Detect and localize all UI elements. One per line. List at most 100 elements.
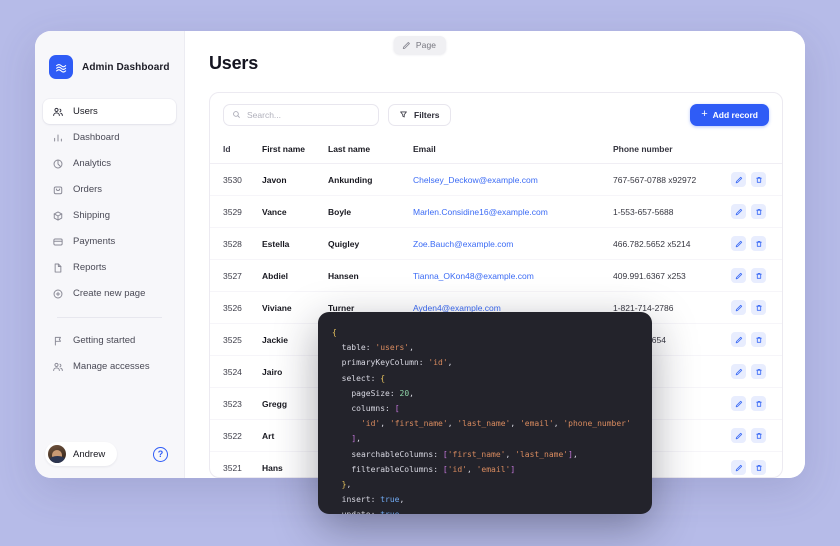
edit-row-button[interactable] — [731, 332, 746, 347]
column-header-last-name[interactable]: Last name — [328, 137, 413, 164]
column-header-actions — [731, 137, 782, 164]
edit-row-button[interactable] — [731, 204, 746, 219]
cell-last-name: Ankunding — [328, 174, 373, 185]
column-header-first-name[interactable]: First name — [262, 137, 328, 164]
cell-actions — [731, 292, 782, 324]
users-icon — [51, 360, 64, 373]
search-input[interactable] — [247, 110, 370, 120]
cell-email[interactable]: Marlen.Considine16@example.com — [413, 196, 613, 228]
sidebar: Admin Dashboard Users Dashboard Analytic… — [35, 31, 185, 478]
row-actions — [731, 460, 779, 475]
delete-row-button[interactable] — [751, 236, 766, 251]
row-actions — [731, 268, 779, 283]
sidebar-item-analytics[interactable]: Analytics — [43, 151, 176, 176]
sidebar-item-label: Shipping — [73, 210, 110, 221]
delete-row-button[interactable] — [751, 428, 766, 443]
user-chip[interactable]: Andrew — [45, 442, 118, 466]
filters-button[interactable]: Filters — [388, 104, 451, 126]
sidebar-item-label: Orders — [73, 184, 103, 195]
plus-circle-icon — [51, 287, 64, 300]
bag-icon — [51, 183, 64, 196]
sidebar-item-manage-accesses[interactable]: Manage accesses — [43, 354, 176, 379]
delete-row-button[interactable] — [751, 364, 766, 379]
edit-row-button[interactable] — [731, 300, 746, 315]
column-header-phone-number[interactable]: Phone number — [613, 137, 731, 164]
delete-row-button[interactable] — [751, 268, 766, 283]
sidebar-item-orders[interactable]: Orders — [43, 177, 176, 202]
help-button[interactable]: ? — [153, 446, 168, 462]
users-icon — [51, 105, 64, 118]
search-input-wrapper[interactable] — [223, 104, 379, 126]
cell-id: 3523 — [223, 398, 242, 409]
sidebar-item-dashboard[interactable]: Dashboard — [43, 125, 176, 150]
table-header-row: Id First name Last name Email Phone numb… — [210, 137, 782, 164]
page-badge[interactable]: Page — [393, 36, 447, 54]
sidebar-item-payments[interactable]: Payments — [43, 229, 176, 254]
cell-actions — [731, 228, 782, 260]
table-toolbar: Filters + Add record — [210, 93, 782, 137]
edit-row-button[interactable] — [731, 268, 746, 283]
sidebar-item-reports[interactable]: Reports — [43, 255, 176, 280]
avatar — [48, 445, 66, 463]
edit-row-button[interactable] — [731, 364, 746, 379]
code-overlay-panel[interactable]: { table: 'users', primaryKeyColumn: 'id'… — [318, 312, 652, 514]
cell-phone-number: 466.782.5652 x5214 — [613, 238, 691, 249]
edit-row-button[interactable] — [731, 236, 746, 251]
sidebar-item-create-new-page[interactable]: Create new page — [43, 281, 176, 306]
cell-id: 3521 — [223, 462, 242, 473]
row-actions — [731, 332, 779, 347]
delete-row-button[interactable] — [751, 172, 766, 187]
cell-id: 3527 — [223, 270, 242, 281]
waves-logo-icon — [49, 55, 73, 79]
cell-phone-number: 767-567-0788 x92972 — [613, 174, 697, 185]
column-header-id[interactable]: Id — [210, 137, 262, 164]
page-title: Users — [209, 53, 259, 73]
sidebar-item-label: Analytics — [73, 158, 112, 169]
cell-email[interactable]: Zoe.Bauch@example.com — [413, 228, 613, 260]
table-row[interactable]: 3527 Abdiel Hansen Tianna_OKon48@example.co… — [210, 260, 782, 292]
delete-row-button[interactable] — [751, 396, 766, 411]
card-icon — [51, 235, 64, 248]
row-actions — [731, 364, 779, 379]
delete-row-button[interactable] — [751, 204, 766, 219]
edit-row-button[interactable] — [731, 460, 746, 475]
table-row[interactable]: 3530 Javon Ankunding Chelsey_Deckow@example… — [210, 164, 782, 196]
cell-phone-number: 1-553-657-5688 — [613, 206, 674, 217]
table-row[interactable]: 3529 Vance Boyle Marlen.Considine16@example… — [210, 196, 782, 228]
cell-id: 3530 — [223, 174, 242, 185]
box-icon — [51, 209, 64, 222]
add-record-button[interactable]: + Add record — [690, 104, 769, 126]
delete-row-button[interactable] — [751, 300, 766, 315]
email-link[interactable]: Chelsey_Deckow@example.com — [413, 175, 538, 185]
cell-id: 3529 — [223, 206, 242, 217]
cell-email[interactable]: Chelsey_Deckow@example.com — [413, 164, 613, 196]
email-link[interactable]: Marlen.Considine16@example.com — [413, 207, 548, 217]
edit-row-button[interactable] — [731, 172, 746, 187]
email-link[interactable]: Tianna_OKon48@example.com — [413, 271, 534, 281]
page-badge-label: Page — [415, 40, 437, 50]
cell-first-name: Vance — [262, 206, 287, 217]
table-row[interactable]: 3528 Estella Quigley Zoe.Bauch@example.com 4… — [210, 228, 782, 260]
sidebar-item-shipping[interactable]: Shipping — [43, 203, 176, 228]
plus-icon: + — [701, 108, 708, 120]
column-header-email[interactable]: Email — [413, 137, 613, 164]
email-link[interactable]: Zoe.Bauch@example.com — [413, 239, 513, 249]
sidebar-divider — [57, 317, 162, 318]
email-link[interactable]: Ayden4@example.com — [413, 303, 501, 313]
cell-actions — [731, 356, 782, 388]
file-icon — [51, 261, 64, 274]
sidebar-footer: Andrew ? — [35, 442, 184, 466]
edit-row-button[interactable] — [731, 428, 746, 443]
cell-email[interactable]: Tianna_OKon48@example.com — [413, 260, 613, 292]
sidebar-item-users[interactable]: Users — [43, 99, 176, 124]
delete-row-button[interactable] — [751, 332, 766, 347]
delete-row-button[interactable] — [751, 460, 766, 475]
brand[interactable]: Admin Dashboard — [35, 31, 184, 99]
row-actions — [731, 300, 779, 315]
cell-last-name: Quigley — [328, 238, 360, 249]
edit-row-button[interactable] — [731, 396, 746, 411]
flag-icon — [51, 334, 64, 347]
row-actions — [731, 204, 779, 219]
sidebar-item-getting-started[interactable]: Getting started — [43, 328, 176, 353]
funnel-icon — [399, 106, 408, 124]
